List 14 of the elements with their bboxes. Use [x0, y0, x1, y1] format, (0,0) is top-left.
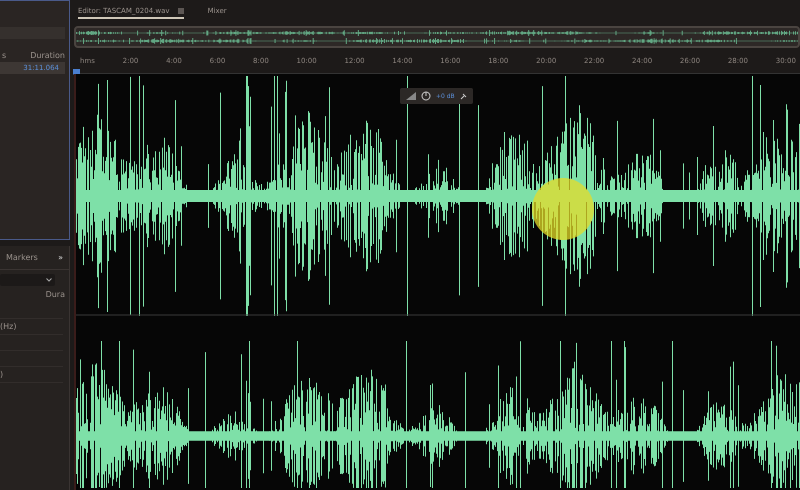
menu-icon [178, 8, 184, 14]
more-panels-button[interactable]: » [58, 253, 63, 262]
dropdown-field[interactable] [0, 274, 55, 286]
pin-icon [460, 92, 467, 100]
markers-tab[interactable]: Markers [6, 253, 38, 262]
column-header: s [2, 51, 6, 60]
knob-icon [421, 91, 431, 101]
volume-icon [406, 92, 416, 100]
row-text: ) [0, 370, 4, 379]
row-text: (Hz) [0, 322, 16, 331]
chevron-icon [46, 278, 52, 282]
overview-waveform[interactable] [74, 26, 800, 48]
column-header: Duration [30, 51, 65, 60]
column-header: Dura [46, 290, 65, 299]
